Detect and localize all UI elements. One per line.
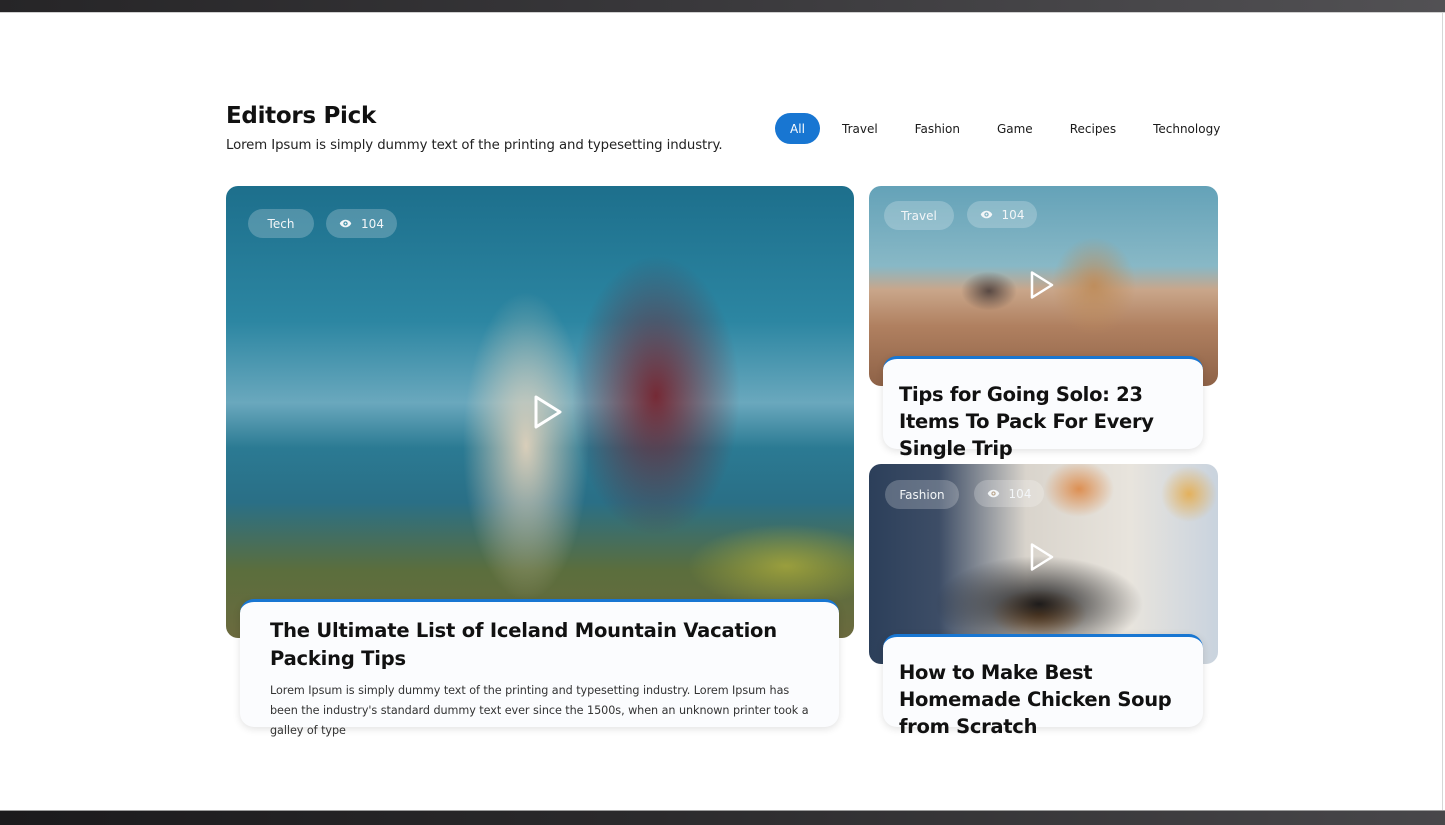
filter-tab-recipes[interactable]: Recipes [1070, 113, 1116, 144]
post-title[interactable]: How to Make Best Homemade Chicken Soup f… [899, 659, 1195, 740]
views-badge: 104 [326, 209, 397, 238]
play-icon[interactable] [1027, 268, 1057, 302]
eye-icon [980, 210, 992, 219]
window-right-border [1442, 13, 1443, 810]
featured-post-card[interactable]: The Ultimate List of Iceland Mountain Va… [240, 599, 839, 737]
views-badge: 104 [967, 201, 1037, 228]
featured-post-thumbnail[interactable]: Tech 104 [226, 186, 854, 638]
filter-tab-fashion[interactable]: Fashion [915, 113, 960, 144]
play-icon[interactable] [1027, 540, 1057, 574]
category-badge[interactable]: Fashion [885, 480, 959, 509]
eye-icon [987, 489, 999, 498]
post-card-recipe[interactable]: How to Make Best Homemade Chicken Soup f… [883, 634, 1203, 738]
view-count: 104 [361, 216, 384, 231]
filter-tab-all[interactable]: All [775, 113, 820, 144]
post-title[interactable]: Tips for Going Solo: 23 Items To Pack Fo… [899, 381, 1193, 462]
section-title: Editors Pick [226, 103, 376, 129]
post-excerpt: Lorem Ipsum is simply dummy text of the … [270, 684, 809, 737]
category-filter-tabs: All Travel Fashion Game Recipes Technolo… [775, 113, 1220, 144]
views-badge: 104 [974, 480, 1044, 507]
eye-icon [339, 219, 352, 228]
window-top-bar [0, 0, 1445, 13]
filter-tab-technology[interactable]: Technology [1153, 113, 1220, 144]
category-badge[interactable]: Tech [248, 209, 314, 238]
play-icon[interactable] [530, 392, 566, 432]
view-count: 104 [1008, 486, 1032, 501]
post-card-travel[interactable]: Tips for Going Solo: 23 Items To Pack Fo… [883, 356, 1203, 460]
post-title[interactable]: The Ultimate List of Iceland Mountain Va… [270, 617, 819, 673]
category-badge[interactable]: Travel [884, 201, 954, 230]
view-count: 104 [1001, 207, 1025, 222]
section-subtitle: Lorem Ipsum is simply dummy text of the … [226, 138, 723, 153]
filter-tab-game[interactable]: Game [997, 113, 1033, 144]
filter-tab-travel[interactable]: Travel [842, 113, 878, 144]
window-bottom-bar [0, 810, 1445, 825]
